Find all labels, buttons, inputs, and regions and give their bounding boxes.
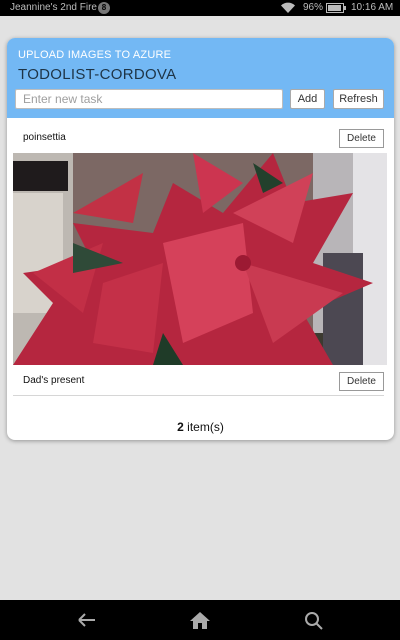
wifi-icon bbox=[281, 2, 295, 14]
device-name: Jeannine's 2nd Fire bbox=[10, 2, 97, 13]
item-count-number: 2 bbox=[177, 420, 184, 434]
item-count: 2 item(s) bbox=[7, 420, 394, 434]
add-button[interactable]: Add bbox=[290, 89, 325, 109]
list-item: poinsettia Delete bbox=[13, 118, 384, 153]
notification-badge[interactable]: 8 bbox=[98, 2, 110, 14]
item-image bbox=[13, 153, 387, 365]
delete-button[interactable]: Delete bbox=[339, 372, 384, 391]
item-text: Dad's present bbox=[23, 375, 85, 386]
navigation-bar bbox=[0, 600, 400, 640]
poinsettia-photo bbox=[13, 153, 387, 365]
app-title: TODOLIST-CORDOVA bbox=[18, 66, 177, 83]
back-icon[interactable] bbox=[75, 610, 99, 630]
battery-icon bbox=[326, 3, 344, 13]
battery-percent: 96% bbox=[303, 2, 324, 13]
new-task-input[interactable] bbox=[15, 89, 283, 109]
app-subtitle: UPLOAD IMAGES TO AZURE bbox=[18, 49, 172, 61]
item-count-suffix: item(s) bbox=[183, 420, 224, 434]
card-header: UPLOAD IMAGES TO AZURE TODOLIST-CORDOVA … bbox=[7, 38, 394, 118]
refresh-button[interactable]: Refresh bbox=[333, 89, 384, 109]
clock: 10:16 AM bbox=[351, 2, 394, 13]
delete-button[interactable]: Delete bbox=[339, 129, 384, 148]
search-icon[interactable] bbox=[302, 610, 326, 630]
item-text: poinsettia bbox=[23, 132, 66, 143]
list-item: Dad's present Delete bbox=[13, 365, 384, 396]
todo-card: UPLOAD IMAGES TO AZURE TODOLIST-CORDOVA … bbox=[7, 38, 394, 440]
home-icon[interactable] bbox=[188, 610, 212, 630]
status-bar: Jeannine's 2nd Fire 8 96% 10:16 AM bbox=[0, 0, 400, 16]
